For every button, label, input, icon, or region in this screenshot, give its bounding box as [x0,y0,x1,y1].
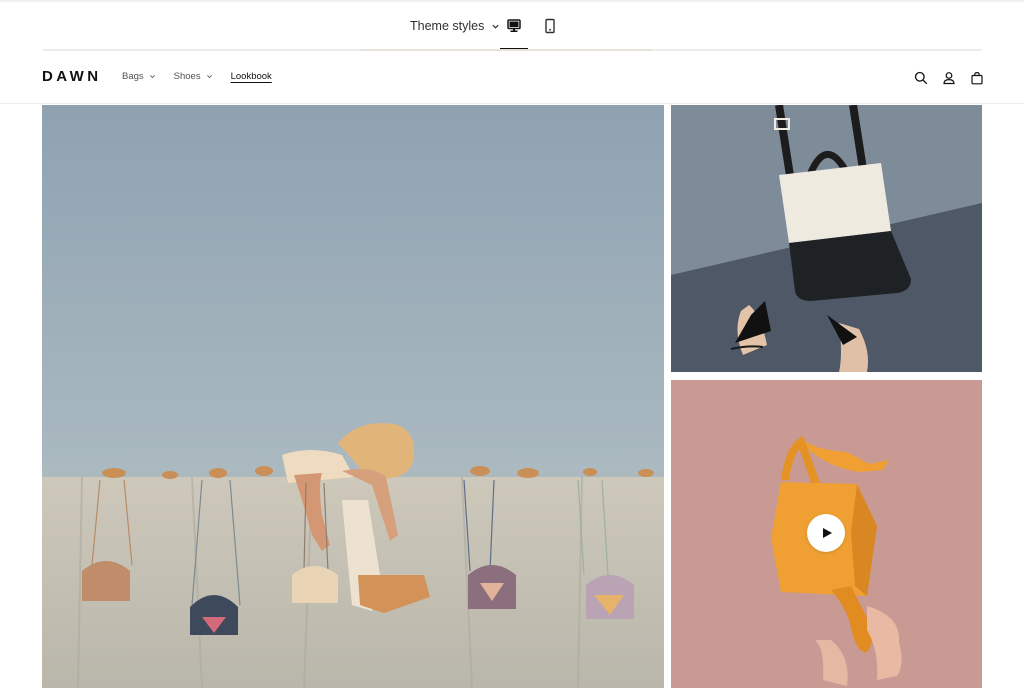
store-header: DAWN Bags Shoes Lookbook [0,51,1024,104]
lookbook-photo-wall [42,105,664,688]
main-nav: Bags Shoes Lookbook [122,71,272,82]
play-icon [823,528,832,538]
nav-item-label: Shoes [173,71,201,82]
cart-icon [971,71,983,85]
chevron-down-icon [149,75,155,79]
lookbook-photo-tote [671,105,982,372]
search-button[interactable] [911,68,931,88]
collage-image-tote-bag[interactable] [671,105,982,372]
desktop-view-button[interactable] [500,13,528,39]
chevron-down-icon [206,75,212,79]
theme-styles-label: Theme styles [410,19,485,33]
nav-item-bags[interactable]: Bags [122,71,156,82]
collage-video-orange-bag[interactable] [671,380,982,688]
nav-item-label: Lookbook [230,71,272,82]
nav-item-lookbook[interactable]: Lookbook [231,71,272,82]
mobile-view-button[interactable] [536,13,564,39]
store-logo[interactable]: DAWN [42,68,101,85]
desktop-icon [507,19,521,32]
theme-styles-dropdown[interactable]: Theme styles [410,17,500,35]
toolbar-top-border [0,0,1024,2]
cart-button[interactable] [967,68,987,88]
search-icon [914,71,928,85]
play-video-button[interactable] [807,514,845,552]
nav-item-shoes[interactable]: Shoes [174,71,213,82]
account-button[interactable] [939,68,959,88]
chevron-down-icon [492,24,499,29]
theme-editor-toolbar: Theme styles [0,0,1024,51]
account-icon [943,72,955,85]
collage-image-wall-bags[interactable] [42,105,664,688]
mobile-icon [545,18,555,34]
nav-item-label: Bags [122,71,144,82]
